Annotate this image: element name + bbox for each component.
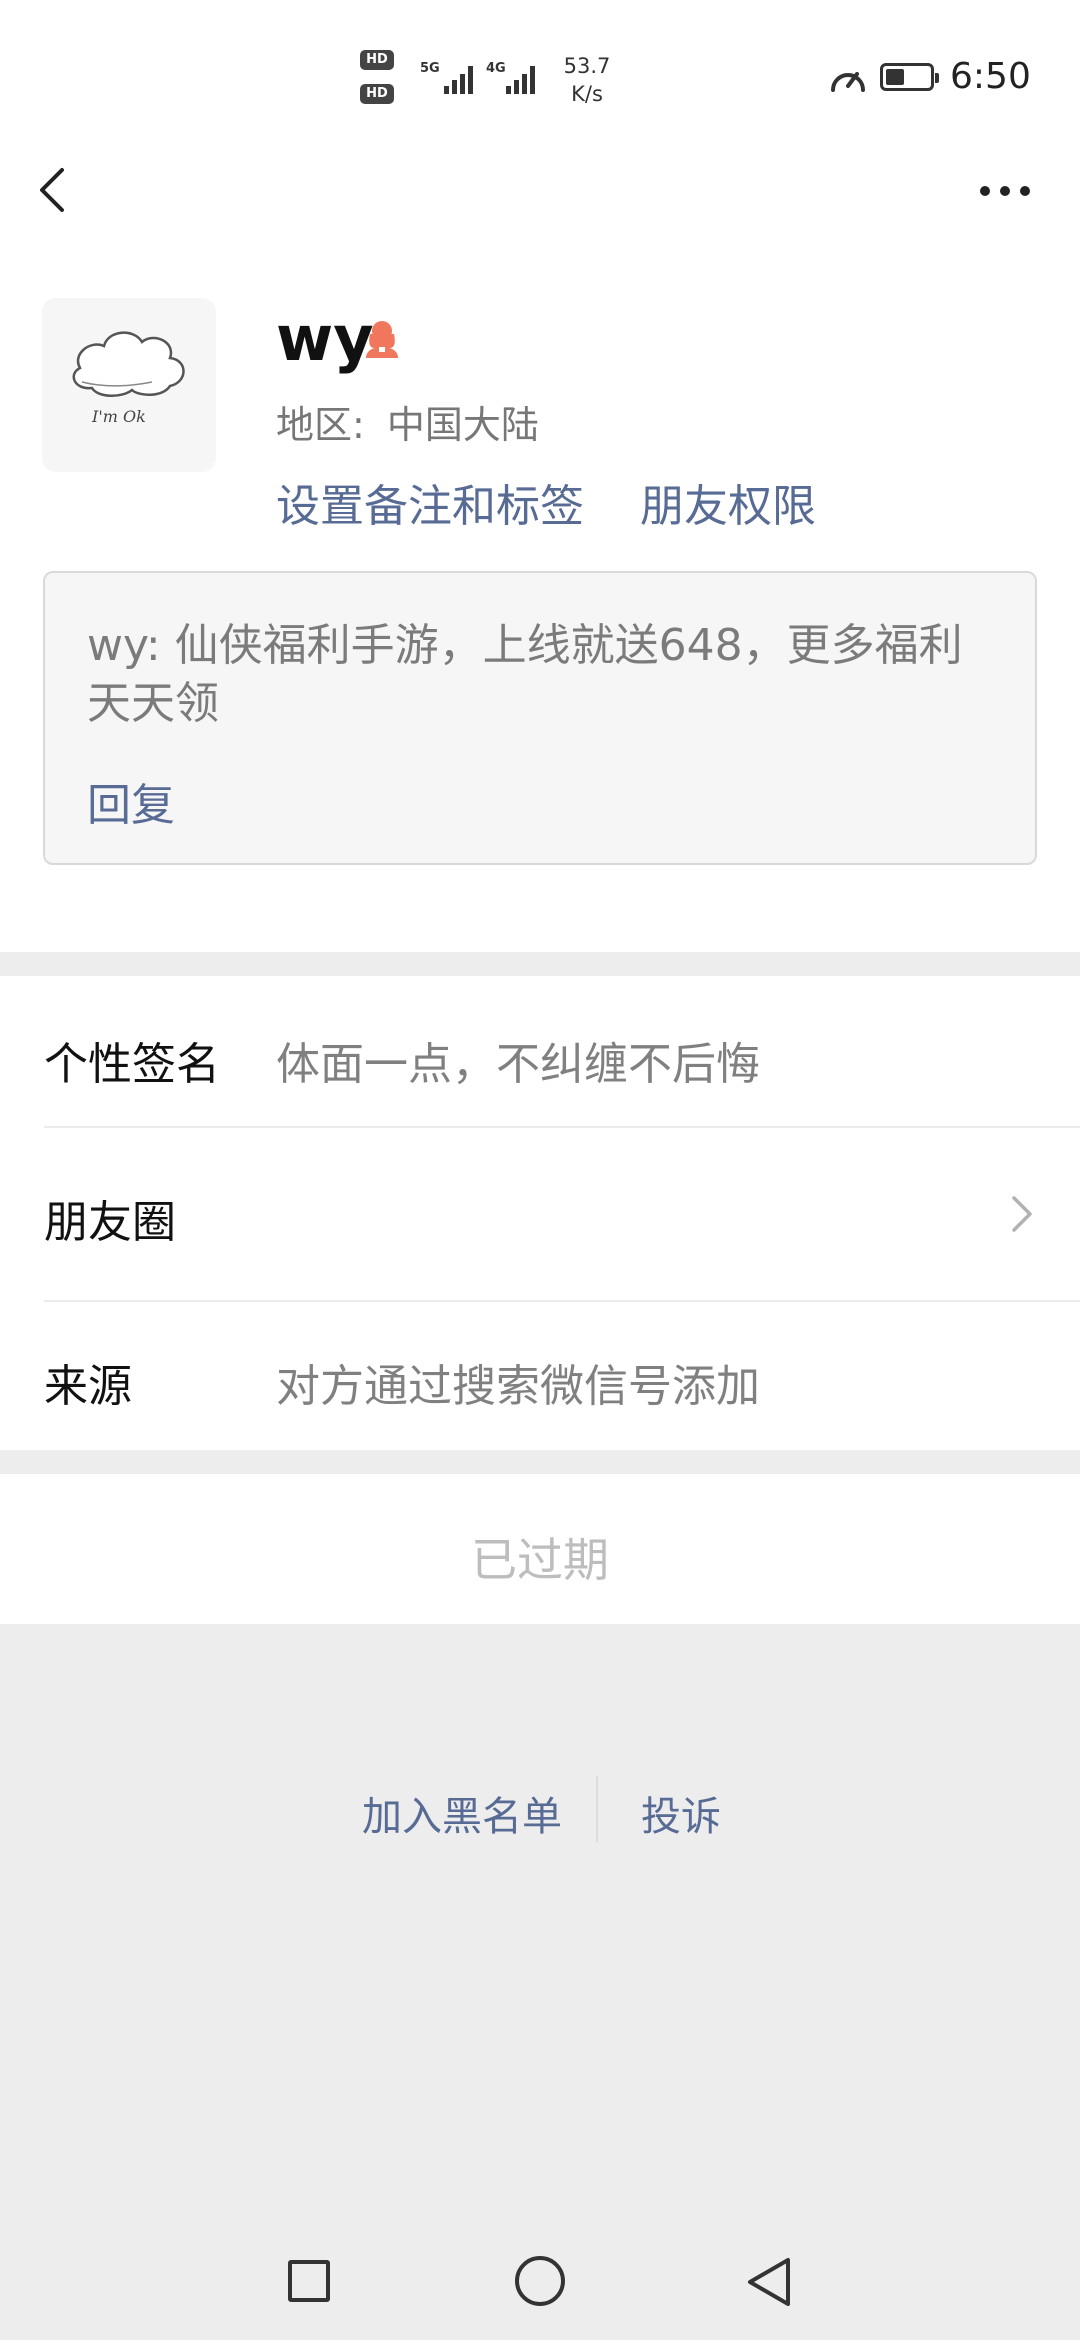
- clock: 6:50: [950, 56, 1031, 97]
- net-type-2: 4G: [486, 61, 506, 76]
- speedometer-icon: [831, 72, 865, 92]
- chevron-right-icon[interactable]: [1006, 1192, 1036, 1236]
- expired-label: 已过期: [471, 1533, 609, 1587]
- more-options-button[interactable]: [970, 170, 1040, 210]
- svg-text:I'm Ok: I'm Ok: [91, 407, 146, 426]
- recent-apps-button[interactable]: [288, 2260, 330, 2302]
- back-arrow-icon[interactable]: [30, 160, 74, 220]
- network-speed-value: 53.7: [563, 54, 611, 78]
- network-speed-unit: K/s: [571, 82, 603, 106]
- region-label: 地区:: [276, 403, 365, 447]
- female-user-icon: [366, 321, 398, 358]
- signal-5g-icon: 5G: [420, 61, 473, 94]
- hd-indicators: HD HD: [360, 50, 394, 118]
- row-divider: [44, 1300, 1080, 1302]
- network-speed: 53.7 K/s: [552, 52, 622, 108]
- status-bar: HD HD 5G 4G 53.7 K/s 6:50: [0, 0, 1080, 150]
- avatar[interactable]: I'm Ok: [42, 298, 216, 472]
- region-value: 中国大陆: [386, 403, 539, 447]
- source-value: 对方通过搜索微信号添加: [276, 1361, 760, 1412]
- contact-info-list: 个性签名 体面一点，不纠缠不后悔 朋友圈 来源 对方通过搜索微信号添加: [0, 976, 1080, 1450]
- footer-divider: [596, 1776, 598, 1842]
- reply-link[interactable]: 回复: [87, 769, 175, 833]
- system-back-icon[interactable]: [742, 2254, 796, 2310]
- home-button[interactable]: [515, 2256, 565, 2306]
- row-divider: [44, 1126, 1080, 1128]
- hd-badge-sim1: HD: [360, 50, 394, 70]
- expired-button[interactable]: 已过期: [0, 1474, 1080, 1624]
- hd-badge-sim2: HD: [360, 84, 394, 104]
- friend-permissions-link[interactable]: 朋友权限: [640, 470, 816, 534]
- signature-label: 个性签名: [44, 1039, 220, 1090]
- net-type-1: 5G: [420, 61, 440, 76]
- complain-link[interactable]: 投诉: [641, 1784, 721, 1842]
- add-to-blacklist-link[interactable]: 加入黑名单: [362, 1784, 562, 1842]
- battery-icon: [880, 63, 939, 91]
- contact-profile-screen: HD HD 5G 4G 53.7 K/s 6:50 I'm Ok wy 地区: …: [0, 0, 1080, 2340]
- signal-4g-icon: 4G: [486, 61, 535, 94]
- signature-value: 体面一点，不纠缠不后悔: [276, 1039, 760, 1090]
- source-label: 来源: [44, 1361, 132, 1412]
- greeting-message-box: wy: 仙侠福利手游，上线就送648，更多福利天天领 回复: [43, 571, 1037, 865]
- moments-label[interactable]: 朋友圈: [44, 1186, 176, 1250]
- set-remark-tags-link[interactable]: 设置备注和标签: [276, 470, 584, 534]
- region: 地区: 中国大陆: [276, 394, 539, 449]
- greeting-message: wy: 仙侠福利手游，上线就送648，更多福利天天领: [87, 620, 963, 729]
